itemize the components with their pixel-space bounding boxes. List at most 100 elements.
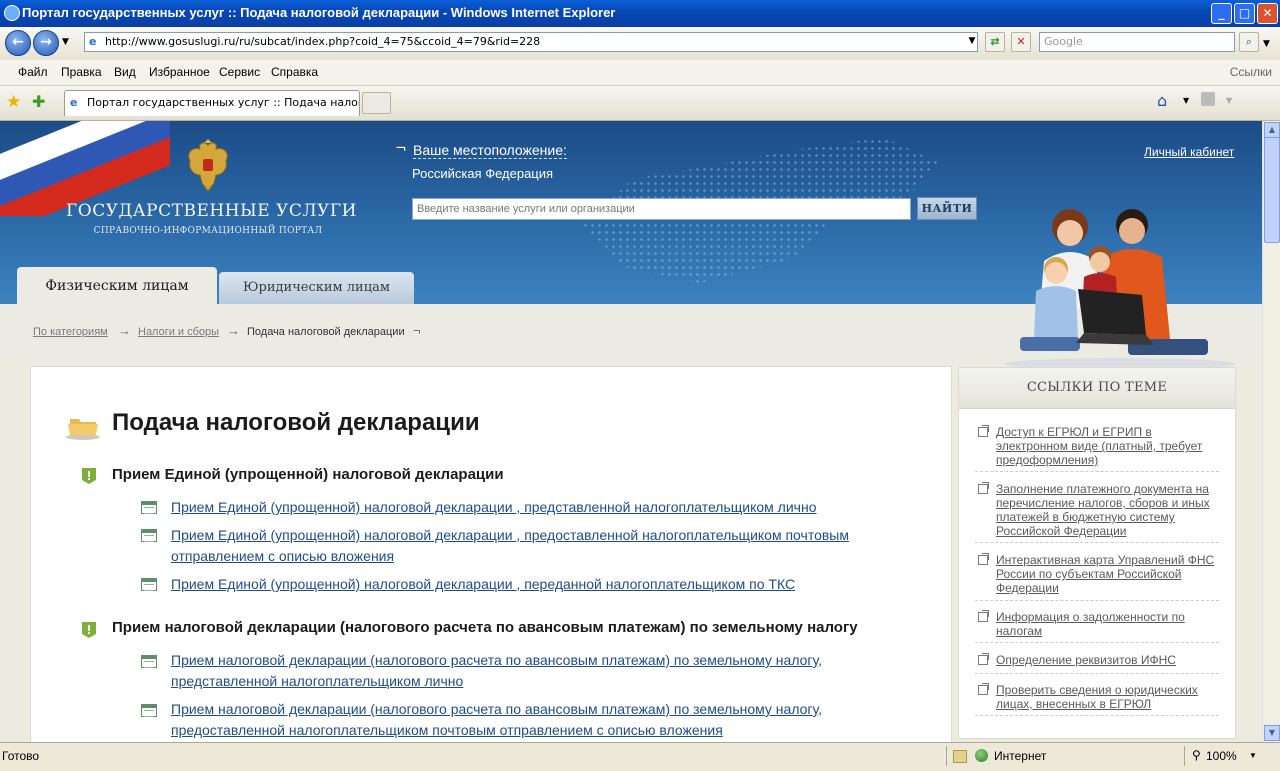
sidebar-link[interactable]: Определение реквизитов ИФНС: [996, 653, 1216, 667]
breadcrumb-arrow-icon: →: [118, 323, 131, 338]
search-button[interactable]: ⌕: [1239, 32, 1259, 52]
breadcrumb-current: Подача налоговой декларации: [247, 326, 405, 338]
sidebar-item[interactable]: Проверить сведения о юридических лицах, …: [975, 683, 1219, 716]
menu-edit[interactable]: Правка: [61, 65, 102, 79]
internet-zone-icon: [975, 749, 988, 762]
breadcrumb-categories[interactable]: По категориям: [33, 326, 108, 338]
sidebar-link[interactable]: Доступ к ЕГРЮЛ и ЕГРИП в электронном вид…: [996, 425, 1216, 467]
folder-icon: [66, 419, 100, 440]
section-marker-icon: [82, 468, 96, 484]
favorites-star-icon[interactable]: ★: [6, 92, 21, 112]
vertical-scrollbar[interactable]: ▲ ▼: [1262, 121, 1280, 742]
forward-button[interactable]: →: [33, 30, 59, 56]
search-input[interactable]: Google: [1039, 32, 1235, 52]
service-link[interactable]: Прием Единой (упрощенной) налоговой декл…: [171, 525, 891, 567]
coat-of-arms-icon: [188, 139, 228, 192]
sidebar-item[interactable]: Заполнение платежного документа на переч…: [975, 482, 1219, 543]
sidebar-item[interactable]: Информация о задолженности по налогам: [975, 610, 1219, 643]
forward-arrow-icon: →: [40, 34, 52, 50]
history-dropdown-icon[interactable]: ▼: [62, 37, 69, 47]
back-arrow-icon: ←: [12, 34, 24, 50]
links-toolbar[interactable]: Ссылки: [1230, 65, 1272, 79]
external-link-icon: [978, 482, 989, 494]
service-link[interactable]: Прием Единой (упрощенной) налоговой декл…: [171, 497, 891, 518]
status-divider: [1184, 746, 1185, 766]
sidebar-link[interactable]: Проверить сведения о юридических лицах, …: [996, 683, 1216, 711]
rss-feeds-icon[interactable]: [1201, 92, 1215, 106]
tab-title: Портал государственных услуг :: Подача н…: [87, 96, 360, 109]
site-logo-title[interactable]: ГОСУДАРСТВЕННЫЕ УСЛУГИ: [66, 201, 356, 221]
section-marker-icon: [82, 622, 96, 638]
address-bar[interactable]: e http://www.gosuslugi.ru/ru/subcat/inde…: [84, 32, 978, 52]
personal-account-link[interactable]: Личный кабинет: [1144, 145, 1234, 159]
menu-file[interactable]: Файл: [18, 65, 48, 79]
external-link-icon: [978, 553, 989, 565]
menu-view[interactable]: Вид: [114, 65, 136, 79]
zoom-dropdown-icon[interactable]: ▼: [1249, 751, 1257, 760]
home-icon[interactable]: ⌂: [1157, 91, 1167, 110]
site-search-input[interactable]: Введите название услуги или организации: [412, 198, 911, 220]
menu-tools[interactable]: Сервис: [219, 65, 260, 79]
maximize-button[interactable]: □: [1234, 3, 1255, 24]
refresh-button[interactable]: ⇄: [985, 32, 1005, 52]
address-dropdown-icon[interactable]: ▼: [962, 32, 982, 52]
back-button[interactable]: ←: [5, 30, 31, 56]
zoom-level[interactable]: 100%: [1206, 749, 1237, 763]
home-dropdown-icon[interactable]: ▼: [1183, 96, 1189, 105]
scrollbar-thumb[interactable]: [1264, 137, 1280, 243]
window-title: Портал государственных услуг :: Подача н…: [22, 5, 616, 20]
close-button[interactable]: ✕: [1257, 3, 1278, 24]
page-title: Подача налоговой декларации: [112, 409, 480, 436]
feeds-dropdown-icon[interactable]: ▼: [1226, 96, 1232, 105]
sidebar-link[interactable]: Интерактивная карта Управлений ФНС Росси…: [996, 553, 1216, 595]
main-content: Подача налоговой декларации Прием Единой…: [30, 366, 952, 742]
add-favorites-icon[interactable]: ✚: [32, 92, 45, 111]
external-link-icon: [978, 653, 989, 665]
menu-help[interactable]: Справка: [271, 65, 318, 79]
breadcrumb-taxes[interactable]: Налоги и сборы: [138, 326, 219, 338]
section-title: Прием Единой (упрощенной) налоговой декл…: [112, 466, 504, 483]
status-bar: Готово Интернет ⚲ 100% ▼: [0, 742, 1280, 771]
site-logo-subtitle: СПРАВОЧНО-ИНФОРМАЦИОННЫЙ ПОРТАЛ: [93, 226, 323, 236]
tab-legal-entities[interactable]: Юридическим лицам: [219, 272, 414, 304]
service-link[interactable]: Прием налоговой декларации (налогового р…: [171, 699, 891, 741]
sidebar-link[interactable]: Информация о задолженности по налогам: [996, 610, 1216, 638]
breadcrumb-end-icon: ¬: [413, 323, 421, 338]
document-icon: [141, 704, 157, 717]
search-icon: ⌕: [1245, 35, 1253, 48]
new-tab-button[interactable]: [362, 92, 391, 114]
family-illustration: [1005, 209, 1235, 369]
document-icon: [141, 655, 157, 668]
document-icon: [141, 529, 157, 542]
window-title-bar: Портал государственных услуг :: Подача н…: [0, 0, 1280, 27]
sidebar-item[interactable]: Интерактивная карта Управлений ФНС Росси…: [975, 553, 1219, 601]
service-link[interactable]: Прием Единой (упрощенной) налоговой декл…: [171, 574, 891, 595]
document-icon: [141, 501, 157, 514]
scroll-up-arrow-icon[interactable]: ▲: [1264, 122, 1280, 138]
external-link-icon: [978, 425, 989, 437]
location-selector[interactable]: Ваше местоположение:: [413, 142, 567, 159]
ie-app-icon: [4, 5, 20, 21]
menu-favorites[interactable]: Избранное: [149, 65, 210, 79]
page-viewport: ГОСУДАРСТВЕННЫЕ УСЛУГИ СПРАВОЧНО-ИНФОРМА…: [0, 121, 1262, 742]
minimize-button[interactable]: _: [1211, 3, 1232, 24]
browser-tab-active[interactable]: e Портал государственных услуг :: Подача…: [64, 90, 360, 116]
stop-button[interactable]: ✕: [1011, 32, 1031, 52]
tab-individuals[interactable]: Физическим лицам: [17, 267, 217, 305]
document-icon: [141, 578, 157, 591]
location-arrow-icon: ¬: [395, 141, 407, 157]
site-search-button[interactable]: НАЙТИ: [917, 197, 977, 220]
tab-bar: ★ ✚ e Портал государственных услуг :: По…: [0, 86, 1280, 121]
sidebar-item[interactable]: Доступ к ЕГРЮЛ и ЕГРИП в электронном вид…: [975, 425, 1219, 472]
scroll-down-arrow-icon[interactable]: ▼: [1264, 725, 1280, 741]
zoom-icon: ⚲: [1192, 748, 1201, 762]
search-options-icon[interactable]: ▼: [1263, 39, 1270, 49]
address-toolbar: ← → ▼ e http://www.gosuslugi.ru/ru/subca…: [0, 27, 1280, 61]
menu-bar: Файл Правка Вид Избранное Сервис Справка…: [0, 60, 1280, 86]
location-value: Российская Федерация: [412, 166, 554, 181]
related-links-sidebar: ССЫЛКИ ПО ТЕМЕ Доступ к ЕГРЮЛ и ЕГРИП в …: [958, 367, 1236, 739]
ie-page-icon: e: [70, 96, 78, 109]
sidebar-item[interactable]: Определение реквизитов ИФНС: [975, 653, 1219, 674]
sidebar-link[interactable]: Заполнение платежного документа на переч…: [996, 482, 1216, 538]
service-link[interactable]: Прием налоговой декларации (налогового р…: [171, 650, 891, 692]
